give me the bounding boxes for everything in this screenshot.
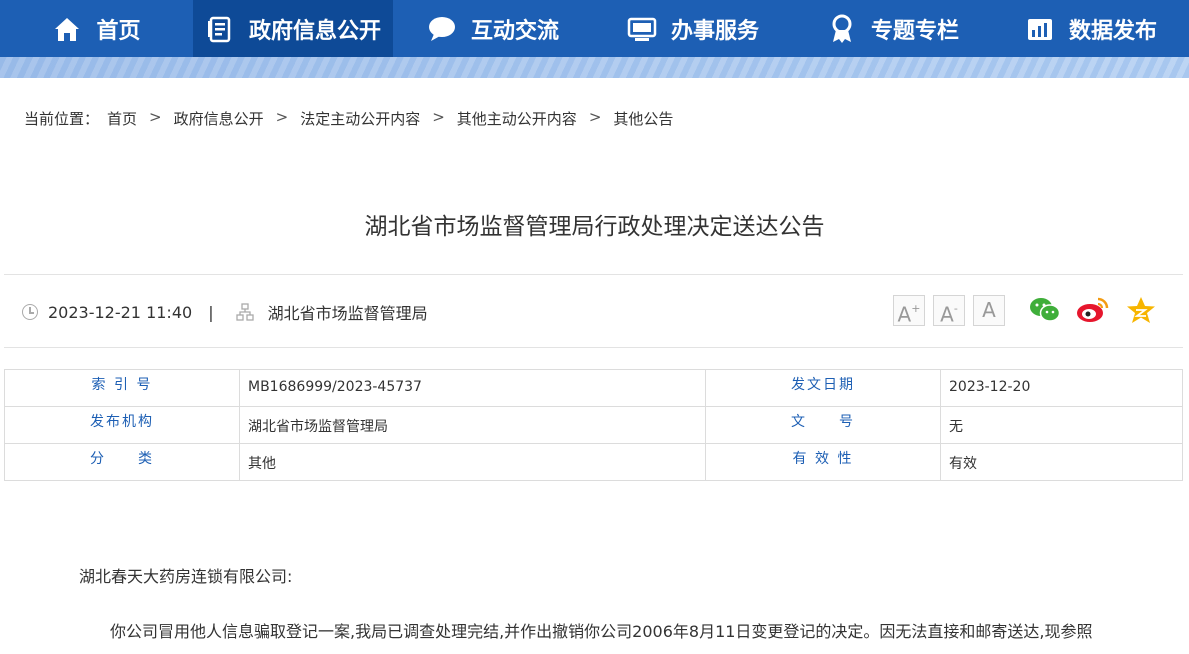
monitor-icon [627, 14, 657, 44]
info-key: 文 号 [705, 406, 941, 444]
breadcrumb-separator: > [588, 108, 602, 126]
font-smaller-label: A [940, 302, 954, 327]
nav-topics[interactable]: 专题专栏 [793, 0, 993, 57]
font-larger-label: A [897, 302, 912, 327]
breadcrumb-home[interactable]: 首页 [107, 108, 137, 129]
breadcrumb-separator: > [275, 108, 289, 126]
breadcrumb: 当前位置： 首页 > 政府信息公开 > 法定主动公开内容 > 其他主动公开内容 … [24, 108, 673, 129]
breadcrumb-other-public[interactable]: 其他主动公开内容 [457, 108, 577, 129]
table-row: 分 类 其他 有 效 性 有效 [4, 443, 1183, 481]
breadcrumb-prefix: 当前位置： [24, 110, 100, 128]
award-icon [827, 14, 857, 44]
bar-chart-icon [1025, 14, 1055, 44]
nav-interaction-label: 互动交流 [470, 18, 559, 44]
info-key: 发文日期 [705, 369, 941, 407]
nav-data-label: 数据发布 [1068, 18, 1157, 44]
document-icon [205, 14, 235, 44]
article-source: 湖北省市场监督管理局 [267, 304, 428, 323]
nav-interaction[interactable]: 互动交流 [393, 0, 593, 57]
meta-separator: | [208, 302, 214, 322]
info-key: 发布机构 [4, 406, 240, 444]
document-info-table: 索 引 号 MB1686999/2023-45737 发文日期 2023-12-… [4, 369, 1183, 481]
nav-topics-label: 专题专栏 [870, 18, 959, 44]
info-value: 湖北省市场监督管理局 [239, 406, 706, 444]
nav-services[interactable]: 办事服务 [593, 0, 793, 57]
nav-gov-info-label: 政府信息公开 [248, 18, 381, 44]
nav-data[interactable]: 数据发布 [993, 0, 1189, 57]
article-meta: 2023-12-21 11:40 | 湖北省市场监督管理局 [22, 302, 428, 323]
weibo-share-button[interactable] [1076, 294, 1110, 326]
nav-gov-info[interactable]: 政府信息公开 [193, 0, 393, 57]
info-value: 2023-12-20 [940, 369, 1183, 407]
qzone-share-button[interactable] [1124, 294, 1158, 326]
breadcrumb-separator: > [149, 108, 162, 126]
decorative-band-shade [0, 57, 1189, 78]
org-chart-icon [235, 303, 254, 321]
breadcrumb-separator: > [432, 108, 445, 126]
breadcrumb-statutory[interactable]: 法定主动公开内容 [300, 108, 420, 129]
breadcrumb-other-notice[interactable]: 其他公告 [613, 108, 673, 129]
font-default-button[interactable]: A [973, 295, 1005, 326]
info-key: 有 效 性 [705, 443, 941, 481]
clock-icon [22, 304, 38, 320]
font-smaller-button[interactable]: A- [933, 295, 965, 327]
home-icon [52, 14, 82, 44]
table-row: 发布机构 湖北省市场监督管理局 文 号 无 [4, 406, 1183, 444]
main-nav: 首页 政府信息公开 互动交流 办事服务 专题专栏 数据发布 [0, 0, 1189, 57]
nav-services-label: 办事服务 [670, 18, 759, 44]
font-larger-mark: + [911, 302, 921, 315]
font-smaller-mark: - [953, 302, 958, 315]
chat-bubble-icon [427, 14, 457, 44]
weibo-icon [1076, 296, 1110, 324]
info-value: 无 [940, 406, 1183, 444]
font-default-label: A [982, 298, 996, 322]
info-value: MB1686999/2023-45737 [239, 369, 706, 407]
info-value: 其他 [239, 443, 706, 481]
nav-home-label: 首页 [96, 18, 141, 44]
divider [4, 347, 1183, 348]
divider [4, 274, 1183, 275]
body-paragraph: 你公司冒用他人信息骗取登记一案,我局已调查处理完结,并作出撤销你公司2006年8… [110, 622, 1093, 641]
wechat-icon [1029, 296, 1061, 324]
info-key: 分 类 [4, 443, 240, 481]
info-value: 有效 [940, 443, 1183, 481]
font-larger-button[interactable]: A+ [893, 295, 925, 327]
salutation: 湖北春天大药房连锁有限公司: [79, 567, 293, 586]
table-row: 索 引 号 MB1686999/2023-45737 发文日期 2023-12-… [4, 369, 1183, 407]
publish-datetime: 2023-12-21 11:40 [48, 302, 193, 322]
breadcrumb-gov-info[interactable]: 政府信息公开 [174, 108, 264, 129]
article-title: 湖北省市场监督管理局行政处理决定送达公告 [364, 214, 825, 240]
qzone-icon [1126, 296, 1156, 324]
wechat-share-button[interactable] [1028, 294, 1062, 326]
info-key: 索 引 号 [4, 369, 240, 407]
nav-home[interactable]: 首页 [0, 0, 193, 57]
